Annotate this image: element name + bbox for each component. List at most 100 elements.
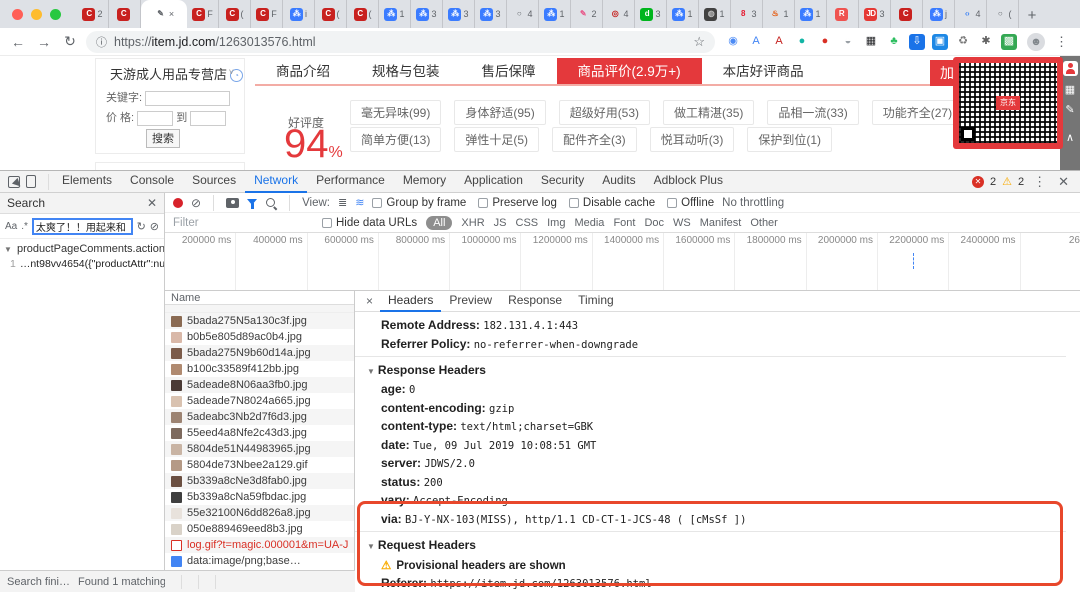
request-type-filter[interactable]: Font — [613, 217, 635, 229]
header-row[interactable]: via: BJ-Y-NX-103(MISS), http/1.1 CD-CT-1… — [381, 512, 1066, 527]
filter-icon[interactable] — [247, 198, 258, 209]
clear-icon[interactable]: ⊘ — [191, 196, 201, 210]
product-tab[interactable]: 规格与包装 — [351, 58, 461, 84]
price-max-input[interactable] — [190, 110, 227, 126]
qr-icon[interactable]: ▦ — [1065, 85, 1075, 96]
browser-tab[interactable]: ⁂ i — [283, 0, 315, 28]
product-tab[interactable]: 本店好评商品 — [702, 58, 825, 84]
network-checkbox[interactable]: Group by frame — [372, 197, 466, 209]
request-type-filter[interactable]: All — [426, 215, 453, 230]
device-toolbar-icon[interactable] — [26, 175, 36, 188]
request-type-filter[interactable]: XHR — [461, 217, 484, 229]
browser-tab[interactable]: ⁂ j — [923, 0, 955, 28]
name-column-header[interactable]: Name — [165, 291, 354, 305]
devtools-tab[interactable]: Security — [532, 170, 593, 193]
review-tag[interactable]: 保护到位(1) — [747, 127, 833, 152]
review-tag[interactable]: 配件齐全(3) — [552, 127, 637, 152]
inspect-element-icon[interactable] — [8, 175, 20, 188]
request-type-filter[interactable]: WS — [673, 217, 691, 229]
price-min-input[interactable] — [137, 110, 174, 126]
network-timeline[interactable]: 200000 ms 400000 ms 600000 ms 800000 ms 1000… — [165, 233, 1080, 291]
network-request-row[interactable]: 55eed4a8Nfe2c43d3.jpg — [165, 425, 354, 441]
devtools-tab[interactable]: Memory — [394, 170, 455, 193]
match-case-toggle[interactable]: Aa — [5, 221, 17, 232]
search-close-icon[interactable]: ✕ — [147, 196, 157, 210]
request-type-filter[interactable]: JS — [494, 217, 507, 229]
screenshot-icon[interactable] — [226, 197, 240, 208]
network-request-row[interactable]: b100c33589f412bb.jpg — [165, 361, 354, 377]
browser-tab[interactable]: ⁂ 1 — [379, 0, 411, 28]
devtools-tab[interactable]: Audits — [593, 170, 644, 193]
browser-tab[interactable]: C F — [187, 0, 219, 28]
devtools-tab[interactable]: Performance — [307, 170, 394, 193]
warning-count[interactable]: 2 — [1018, 176, 1024, 188]
network-request-row[interactable]: 55e32100N6dd826a8.jpg — [165, 505, 354, 521]
checkbox-icon[interactable] — [667, 197, 678, 208]
browser-tab[interactable]: C ( — [315, 0, 347, 28]
extension-icon[interactable]: ✱ — [978, 34, 994, 50]
request-type-filter[interactable]: Media — [574, 217, 604, 229]
browser-tab[interactable]: C F — [251, 0, 283, 28]
network-request-row[interactable]: 050e889469eed8b3.jpg — [165, 521, 354, 537]
extension-icon[interactable]: ♣ — [886, 34, 902, 50]
request-type-filter[interactable]: Doc — [644, 217, 664, 229]
browser-tab[interactable]: ○ ( — [987, 0, 1019, 28]
header-row[interactable]: Referrer Policy: no-referrer-when-downgr… — [381, 337, 1066, 352]
warning-badge-icon[interactable]: ⚠ — [1002, 175, 1012, 188]
network-checkbox[interactable]: Offline — [667, 197, 714, 209]
maximize-window-icon[interactable] — [50, 8, 61, 20]
regex-toggle[interactable]: .* — [21, 221, 28, 232]
search-result-file[interactable]: ▼ productPageComments.action — sc… — [0, 239, 164, 257]
devtools-tab[interactable]: Elements — [53, 170, 121, 193]
network-checkbox[interactable]: Disable cache — [568, 197, 655, 209]
header-row[interactable]: content-encoding: gzip — [381, 401, 1066, 416]
expand-triangle-icon[interactable]: ▼ — [4, 245, 12, 254]
header-row[interactable]: vary: Accept-Encoding — [381, 494, 1066, 508]
details-tab[interactable]: Headers — [380, 291, 442, 312]
request-headers-section[interactable]: ▼ Request Headers — [367, 538, 1066, 552]
request-type-filter[interactable]: Other — [750, 217, 778, 229]
devtools-tab[interactable]: Application — [455, 170, 532, 193]
product-tab[interactable]: 售后保障 — [461, 58, 557, 84]
browser-tab[interactable]: ♨ 1 — [763, 0, 795, 28]
request-type-filter[interactable]: Manifest — [700, 217, 742, 229]
extension-icon[interactable]: ▣ — [932, 33, 948, 50]
browser-tab[interactable]: R — [827, 0, 859, 28]
response-headers-section[interactable]: ▼ Response Headers — [367, 363, 1066, 377]
browser-tab[interactable]: ‹› 4 — [955, 0, 987, 28]
network-request-row[interactable]: 5adeade7N8024a665.jpg — [165, 393, 354, 409]
keyword-input[interactable] — [145, 90, 231, 106]
extension-icon[interactable]: ● — [817, 34, 833, 50]
review-tag[interactable]: 悦耳动听(3) — [649, 127, 735, 152]
extension-icon[interactable]: ▦ — [863, 34, 879, 50]
search-clear-icon[interactable]: ⊘ — [150, 220, 159, 233]
user-icon[interactable] — [1062, 61, 1078, 76]
devtools-close-icon[interactable]: ✕ — [1055, 174, 1072, 190]
search-result-line[interactable]: 1…nt98vv4654({"productAttr":null,… — [0, 257, 164, 271]
list-view-icon[interactable]: ≣ — [338, 196, 347, 209]
header-row[interactable]: server: JDWS/2.0 — [381, 457, 1066, 471]
macos-window-controls[interactable] — [0, 0, 77, 28]
shop-search-button[interactable]: 搜索 — [146, 129, 180, 148]
extension-icon[interactable]: ● — [794, 34, 810, 50]
details-tab[interactable]: Preview — [441, 291, 500, 312]
browser-tab[interactable]: ⁂ 3 — [411, 0, 443, 28]
network-request-row[interactable]: 5adeabc3Nb2d7f6d3.jpg — [165, 409, 354, 425]
browser-tab[interactable]: C 2 — [77, 0, 109, 28]
request-type-filter[interactable]: Img — [547, 217, 565, 229]
reload-icon[interactable]: ↻ — [60, 33, 80, 50]
bookmark-star-icon[interactable]: ☆ — [693, 34, 705, 50]
profile-avatar[interactable]: ☻ — [1027, 32, 1045, 51]
chevron-down-icon[interactable]: ˅ — [229, 67, 234, 77]
devtools-menu-icon[interactable]: ⋮ — [1030, 174, 1049, 190]
browser-tab[interactable]: ✎ × — [141, 0, 187, 28]
devtools-tab[interactable]: Console — [121, 170, 183, 193]
details-tab[interactable]: Timing — [570, 291, 622, 312]
browser-tab[interactable]: ⁂ 1 — [539, 0, 571, 28]
checkbox-icon[interactable] — [568, 197, 579, 208]
error-count[interactable]: 2 — [990, 176, 996, 188]
extension-icon[interactable]: A — [771, 33, 787, 50]
record-icon[interactable] — [173, 197, 183, 208]
network-checkbox[interactable]: Preserve log — [478, 197, 557, 209]
network-request-row[interactable]: 5adeade8N06aa3fb0.jpg — [165, 377, 354, 393]
